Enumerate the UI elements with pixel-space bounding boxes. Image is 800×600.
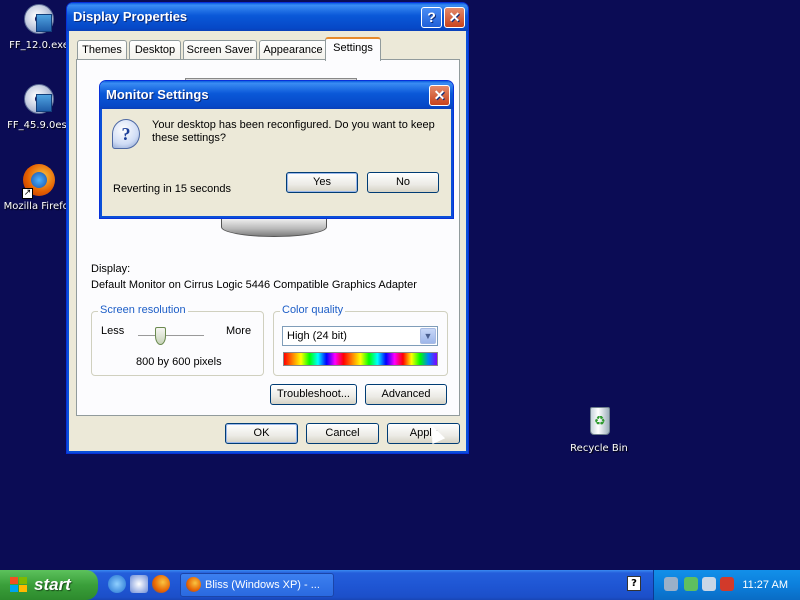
system-tray: 11:27 AM [653,570,800,600]
troubleshoot-button[interactable]: Troubleshoot... [270,384,357,405]
desktop-icon-label: Recycle Bin [570,443,628,454]
chevron-down-icon[interactable]: ▼ [420,328,436,344]
tab-settings[interactable]: Settings [325,37,381,61]
close-icon[interactable]: ✕ [444,7,465,28]
question-icon: ? [112,119,140,149]
tab-themes[interactable]: Themes [77,40,127,60]
close-icon[interactable]: ✕ [429,85,450,106]
dialog-title: Monitor Settings [106,87,209,102]
color-spectrum-bar [283,352,438,366]
show-desktop-icon[interactable] [130,575,148,593]
display-properties-titlebar[interactable]: Display Properties ? ✕ [67,3,468,31]
slider-more-label: More [226,325,252,337]
recycle-bin-icon [582,405,616,439]
help-icon[interactable]: ? [421,7,442,28]
screen-resolution-group: Screen resolution Less More 800 by 600 p… [91,304,264,376]
tab-desktop[interactable]: Desktop [129,40,181,60]
internet-explorer-icon[interactable] [108,575,126,593]
taskbar-item-firefox[interactable]: Bliss (Windows XP) - ... [180,573,334,597]
firefox-icon: ↗ [22,163,56,199]
color-quality-select[interactable]: High (24 bit) ▼ [282,326,438,346]
firefox-quicklaunch-icon[interactable] [152,575,170,593]
color-quality-legend: Color quality [280,304,346,316]
screen-resolution-legend: Screen resolution [98,304,188,316]
ok-button[interactable]: OK [225,423,298,444]
monitor-settings-dialog: Monitor Settings ✕ ? Your desktop has be… [99,80,454,219]
yes-button[interactable]: Yes [286,172,358,193]
security-shield-icon[interactable] [720,577,734,591]
color-quality-value: High (24 bit) [287,330,347,342]
taskbar: start Bliss (Windows XP) - ... ? 11:27 A… [0,570,800,600]
advanced-button[interactable]: Advanced [365,384,447,405]
connection-icon[interactable] [702,577,716,591]
firefox-icon [186,577,201,592]
monitor-stand [221,217,327,237]
slider-less-label: Less [101,325,125,337]
cancel-button[interactable]: Cancel [306,423,379,444]
installer-icon [22,2,56,36]
display-value: Default Monitor on Cirrus Logic 5446 Com… [91,279,417,291]
clock[interactable]: 11:27 AM [742,570,788,600]
start-button[interactable]: start [0,570,98,600]
apply-button[interactable]: Apply [387,423,460,444]
tab-screen-saver[interactable]: Screen Saver [183,40,257,60]
taskbar-item-label: Bliss (Windows XP) - ... [205,579,320,591]
desktop-icon-recycle-bin[interactable]: Recycle Bin [560,405,638,454]
monitor-settings-titlebar[interactable]: Monitor Settings ✕ [100,81,453,109]
installer-icon [22,82,56,116]
display-label: Display: [91,263,131,275]
windows-flag-icon [10,577,28,593]
window-title: Display Properties [73,9,188,24]
resolution-value: 800 by 600 pixels [136,356,222,368]
dialog-message: Your desktop has been reconfigured. Do y… [152,119,435,144]
help-icon[interactable]: ? [627,576,641,591]
shortcut-arrow-icon: ↗ [22,188,33,199]
network-icon[interactable] [664,577,678,591]
resolution-slider-track[interactable] [138,335,204,338]
safely-remove-icon[interactable] [684,577,698,591]
color-quality-group: Color quality High (24 bit) ▼ [273,304,448,376]
display-properties-window: Display Properties ? ✕ Themes Desktop Sc… [66,2,469,454]
tab-appearance[interactable]: Appearance [259,40,327,60]
start-label: start [34,575,71,594]
revert-countdown: Reverting in 15 seconds [113,183,232,195]
resolution-slider-thumb[interactable] [155,327,166,345]
no-button[interactable]: No [367,172,439,193]
